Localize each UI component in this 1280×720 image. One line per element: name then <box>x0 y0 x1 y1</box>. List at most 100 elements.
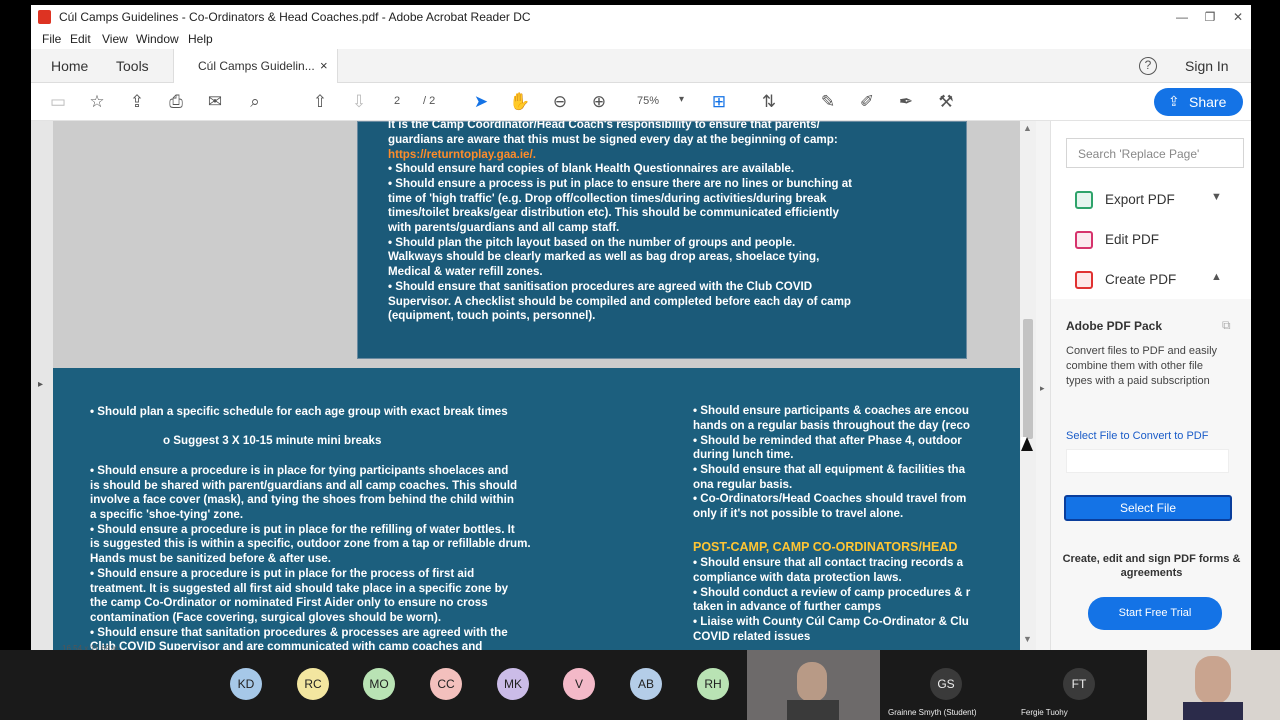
scrollbar-thumb[interactable] <box>1023 319 1033 439</box>
tools-search-input[interactable]: Search 'Replace Page' <box>1066 138 1244 168</box>
print-icon[interactable]: ⎙ <box>165 92 187 112</box>
participant-initials: CC <box>437 677 455 691</box>
minimize-button[interactable]: — <box>1169 7 1195 27</box>
close-window-button[interactable]: ✕ <box>1225 7 1251 27</box>
comment-icon[interactable]: ✎ <box>817 92 839 112</box>
page1-line: time of 'high traffic' (e.g. Drop off/co… <box>388 192 827 205</box>
export-pdf-icon <box>1075 191 1093 209</box>
page2-right-line: taken in advance of further camps <box>693 600 882 613</box>
sign-in-link[interactable]: Sign In <box>1185 58 1229 74</box>
page2-left-line: involve a face cover (mask), and tying t… <box>90 493 514 506</box>
tab-home[interactable]: Home <box>51 58 88 74</box>
scroll-up-icon[interactable]: ▲ <box>1023 123 1032 133</box>
prev-page-icon[interactable]: ⇧ <box>309 92 331 112</box>
menu-help[interactable]: Help <box>188 32 213 46</box>
select-file-link[interactable]: Select File to Convert to PDF <box>1066 430 1208 442</box>
participant-avatar[interactable]: AB <box>630 668 662 700</box>
edit-pdf-label: Edit PDF <box>1105 232 1160 247</box>
help-icon[interactable]: ? <box>1139 57 1157 75</box>
tab-document[interactable]: Cúl Camps Guidelin... × <box>173 49 338 83</box>
participant-avatar[interactable]: RC <box>297 668 329 700</box>
page-current[interactable]: 2 <box>394 95 400 107</box>
page2-right-line: • Should conduct a review of camp proced… <box>693 586 971 599</box>
hand-tool-icon[interactable]: ✋ <box>509 92 531 112</box>
search-icon[interactable]: ⌕ <box>244 92 266 112</box>
participant-video[interactable] <box>1147 650 1280 720</box>
participant-avatar[interactable]: RH <box>697 668 729 700</box>
participant-avatar[interactable]: V <box>563 668 595 700</box>
expand-left-panel-icon[interactable]: ▸ <box>38 379 43 390</box>
page2-right-line: compliance with data protection laws. <box>693 571 902 584</box>
participant-initials: RC <box>304 677 322 691</box>
page2-left-line: • Should ensure a procedure is put in pl… <box>90 567 475 580</box>
document-viewer[interactable]: ▸ It is the Camp Coordinator/Head Coach'… <box>31 121 1036 650</box>
maximize-button[interactable]: ❐ <box>1197 7 1223 27</box>
participant-initials: FT <box>1071 677 1087 691</box>
create-pdf-item[interactable]: Create PDF ▲ <box>1075 269 1235 293</box>
zoom-out-icon[interactable]: ⊖ <box>549 92 571 112</box>
next-page-icon[interactable]: ⇩ <box>348 92 370 112</box>
export-pdf-label: Export PDF <box>1105 192 1175 207</box>
zoom-value: 75% <box>637 95 660 107</box>
acrobat-window: Cúl Camps Guidelines - Co-Ordinators & H… <box>31 5 1251 650</box>
vertical-scrollbar[interactable]: ▲ ▼ <box>1020 121 1036 650</box>
copy-icon: ⧉ <box>1222 318 1231 332</box>
participant-video[interactable] <box>747 650 880 720</box>
tab-close-icon[interactable]: × <box>320 58 328 73</box>
page2-right-line: ona regular basis. <box>693 478 793 491</box>
page-number-box[interactable]: 2 / 2 <box>377 91 451 113</box>
file-drop-field[interactable] <box>1066 449 1229 473</box>
scroll-down-icon[interactable]: ▼ <box>1023 634 1032 644</box>
page2-right-line: during lunch time. <box>693 448 794 461</box>
zoom-select[interactable]: 75% ▾ <box>627 91 697 113</box>
page2-left-line: is suggested this is within a specific, … <box>90 537 531 550</box>
start-free-trial-button[interactable]: Start Free Trial <box>1088 597 1222 630</box>
participant-avatar[interactable]: CC <box>430 668 462 700</box>
chevron-up-icon[interactable]: ▲ <box>1211 271 1222 283</box>
menu-window[interactable]: Window <box>136 32 179 46</box>
more-tools-icon[interactable]: ⚒ <box>935 92 957 112</box>
participant-avatar[interactable]: FT <box>1063 668 1095 700</box>
email-icon[interactable]: ✉ <box>204 92 226 112</box>
share-button[interactable]: ⇪ Share <box>1154 88 1243 116</box>
fit-page-icon[interactable]: ⊞ <box>708 92 730 112</box>
edit-pdf-icon <box>1075 231 1093 249</box>
collapse-right-panel-icon[interactable]: ▸ <box>1040 383 1045 394</box>
toolbar: ▭ ☆ ⇪ ⎙ ✉ ⌕ ⇧ ⇩ 2 / 2 ➤ ✋ ⊖ ⊕ 75% ▾ ⊞ ⇅ … <box>31 83 1251 121</box>
page2-left-line: is should be shared with parent/guardian… <box>90 479 518 492</box>
pdf-pack-title: Adobe PDF Pack <box>1066 319 1163 333</box>
menu-view[interactable]: View <box>102 32 128 46</box>
page1-line: • Should ensure hard copies of blank Hea… <box>388 162 795 175</box>
highlight-pen-icon[interactable]: ✐ <box>856 92 878 112</box>
bookmark-star-icon[interactable]: ☆ <box>86 92 108 112</box>
sign-icon[interactable]: ✒ <box>895 92 917 112</box>
video-person <box>1195 656 1231 704</box>
export-pdf-item[interactable]: Export PDF ▼ <box>1075 189 1235 213</box>
participant-avatar[interactable]: MK <box>497 668 529 700</box>
participant-avatar[interactable]: MO <box>363 668 395 700</box>
page2-left-line: o Suggest 3 X 10-15 minute mini breaks <box>163 434 382 447</box>
page1-line: (equipment, touch points, personnel). <box>388 309 596 322</box>
participant-avatar[interactable]: KD <box>230 668 262 700</box>
chevron-down-icon[interactable]: ▼ <box>1211 191 1222 203</box>
menu-edit[interactable]: Edit <box>70 32 91 46</box>
scroll-mode-icon[interactable]: ⇅ <box>758 92 780 112</box>
page1-line: • Should plan the pitch layout based on … <box>388 236 796 249</box>
return-to-play-link[interactable]: https://returntoplay.gaa.ie/. <box>388 148 536 163</box>
tab-tools[interactable]: Tools <box>116 58 149 74</box>
page2-left-line: contamination (Face covering, surgical g… <box>90 611 442 624</box>
zoom-in-icon[interactable]: ⊕ <box>588 92 610 112</box>
select-cursor-icon[interactable]: ➤ <box>470 92 492 112</box>
upload-icon[interactable]: ⇪ <box>126 92 148 112</box>
edit-pdf-item[interactable]: Edit PDF <box>1075 229 1235 253</box>
select-file-button[interactable]: Select File <box>1064 495 1232 521</box>
pdf-pack-box: Adobe PDF Pack ⧉ Convert files to PDF an… <box>1051 299 1251 650</box>
menu-file[interactable]: File <box>42 32 61 46</box>
video-participants-strip: KD RC MO CC MK V AB RH GS Grainne Smyth … <box>0 650 1280 720</box>
pdf-pack-description: Convert files to PDF and easily combine … <box>1066 345 1218 387</box>
participant-avatar[interactable]: GS <box>930 668 962 700</box>
save-icon[interactable]: ▭ <box>47 92 69 112</box>
menu-bar: File Edit View Window Help <box>31 29 1251 49</box>
video-person-body <box>1183 702 1243 720</box>
page2-right-line: COVID related issues <box>693 630 811 643</box>
